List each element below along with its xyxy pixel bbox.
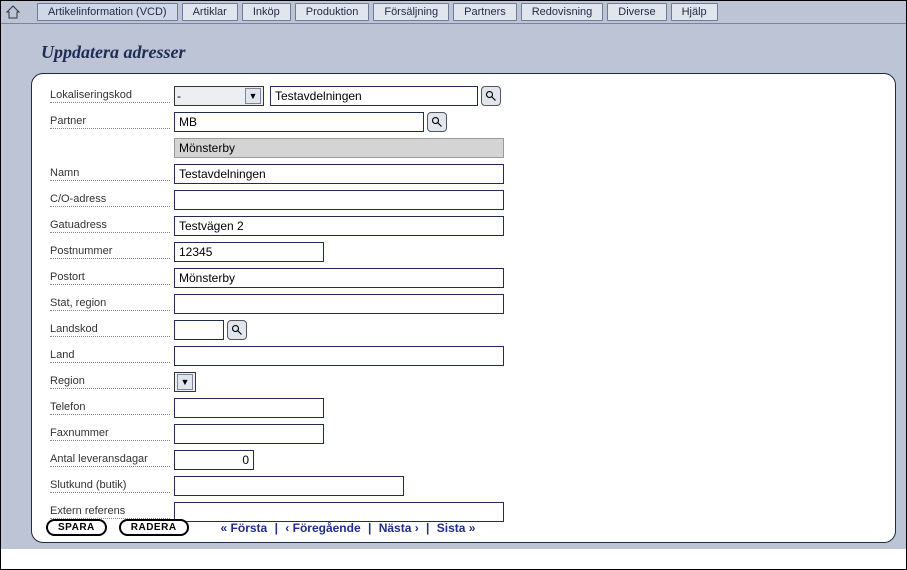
label-partner: Partner (50, 115, 170, 129)
stat-region-input[interactable] (174, 294, 504, 314)
partner-lookup-button[interactable] (427, 112, 447, 132)
faxnummer-input[interactable] (174, 424, 324, 444)
co-adress-input[interactable] (174, 190, 504, 210)
label-postnummer: Postnummer (50, 245, 170, 259)
menu-tab-produktion[interactable]: Produktion (295, 3, 370, 21)
namn-input[interactable] (174, 164, 504, 184)
menu-tab-diverse[interactable]: Diverse (607, 3, 666, 21)
search-icon (231, 324, 243, 336)
postort-input[interactable] (174, 268, 504, 288)
record-nav: « Första | ‹ Föregående | Nästa › | Sist… (221, 521, 476, 535)
label-land: Land (50, 349, 170, 363)
landskod-lookup-button[interactable] (227, 320, 247, 340)
form-panel: Lokaliseringskod - ▼ Partner Namn (31, 73, 896, 543)
nav-prev[interactable]: ‹ Föregående (285, 521, 360, 535)
label-antal-leveransdagar: Antal leveransdagar (50, 453, 170, 467)
save-button[interactable]: SPARA (46, 519, 107, 536)
lokaliseringskod-input[interactable] (270, 86, 478, 106)
label-namn: Namn (50, 167, 170, 181)
menu-tab-forsaljning[interactable]: Försäljning (373, 3, 449, 21)
label-co-adress: C/O-adress (50, 193, 170, 207)
label-extern-referens: Extern referens (50, 505, 170, 519)
form-footer: SPARA RADERA « Första | ‹ Föregående | N… (46, 519, 881, 536)
page-header: Uppdatera adresser (1, 24, 906, 73)
slutkund-input[interactable] (174, 476, 404, 496)
menu-tab-artikelinformation[interactable]: Artikelinformation (VCD) (37, 3, 178, 21)
nav-next[interactable]: Nästa › (379, 521, 419, 535)
search-icon (485, 90, 497, 102)
search-icon (431, 116, 443, 128)
region-select[interactable]: ▼ (174, 372, 196, 392)
label-landskod: Landskod (50, 323, 170, 337)
top-menu-bar: Artikelinformation (VCD) Artiklar Inköp … (1, 1, 906, 24)
label-postort: Postort (50, 271, 170, 285)
page-title: Uppdatera adresser (41, 42, 906, 63)
chevron-down-icon: ▼ (245, 88, 261, 104)
label-lokaliseringskod: Lokaliseringskod (50, 89, 170, 103)
gatuadress-input[interactable] (174, 216, 504, 236)
lokaliseringskod-select-value: - (177, 89, 181, 103)
partner-readonly-name (174, 138, 504, 158)
lokaliseringskod-lookup-button[interactable] (481, 86, 501, 106)
telefon-input[interactable] (174, 398, 324, 418)
landskod-input[interactable] (174, 320, 224, 340)
nav-last[interactable]: Sista » (437, 521, 476, 535)
antal-leveransdagar-input[interactable] (174, 450, 254, 470)
label-slutkund: Slutkund (butik) (50, 479, 170, 493)
postnummer-input[interactable] (174, 242, 324, 262)
menu-tab-hjalp[interactable]: Hjälp (671, 3, 718, 21)
menu-tab-redovisning[interactable]: Redovisning (521, 3, 604, 21)
label-telefon: Telefon (50, 401, 170, 415)
chevron-down-icon: ▼ (177, 374, 193, 390)
delete-button[interactable]: RADERA (119, 519, 189, 536)
lokaliseringskod-select[interactable]: - ▼ (174, 86, 264, 106)
menu-tab-artiklar[interactable]: Artiklar (182, 3, 238, 21)
home-icon[interactable] (5, 4, 21, 20)
partner-input[interactable] (174, 112, 424, 132)
menu-tab-partners[interactable]: Partners (453, 3, 517, 21)
menu-tab-inkop[interactable]: Inköp (242, 3, 291, 21)
label-stat-region: Stat, region (50, 297, 170, 311)
label-gatuadress: Gatuadress (50, 219, 170, 233)
nav-first[interactable]: « Första (221, 521, 268, 535)
label-faxnummer: Faxnummer (50, 427, 170, 441)
label-region: Region (50, 375, 170, 389)
land-input[interactable] (174, 346, 504, 366)
